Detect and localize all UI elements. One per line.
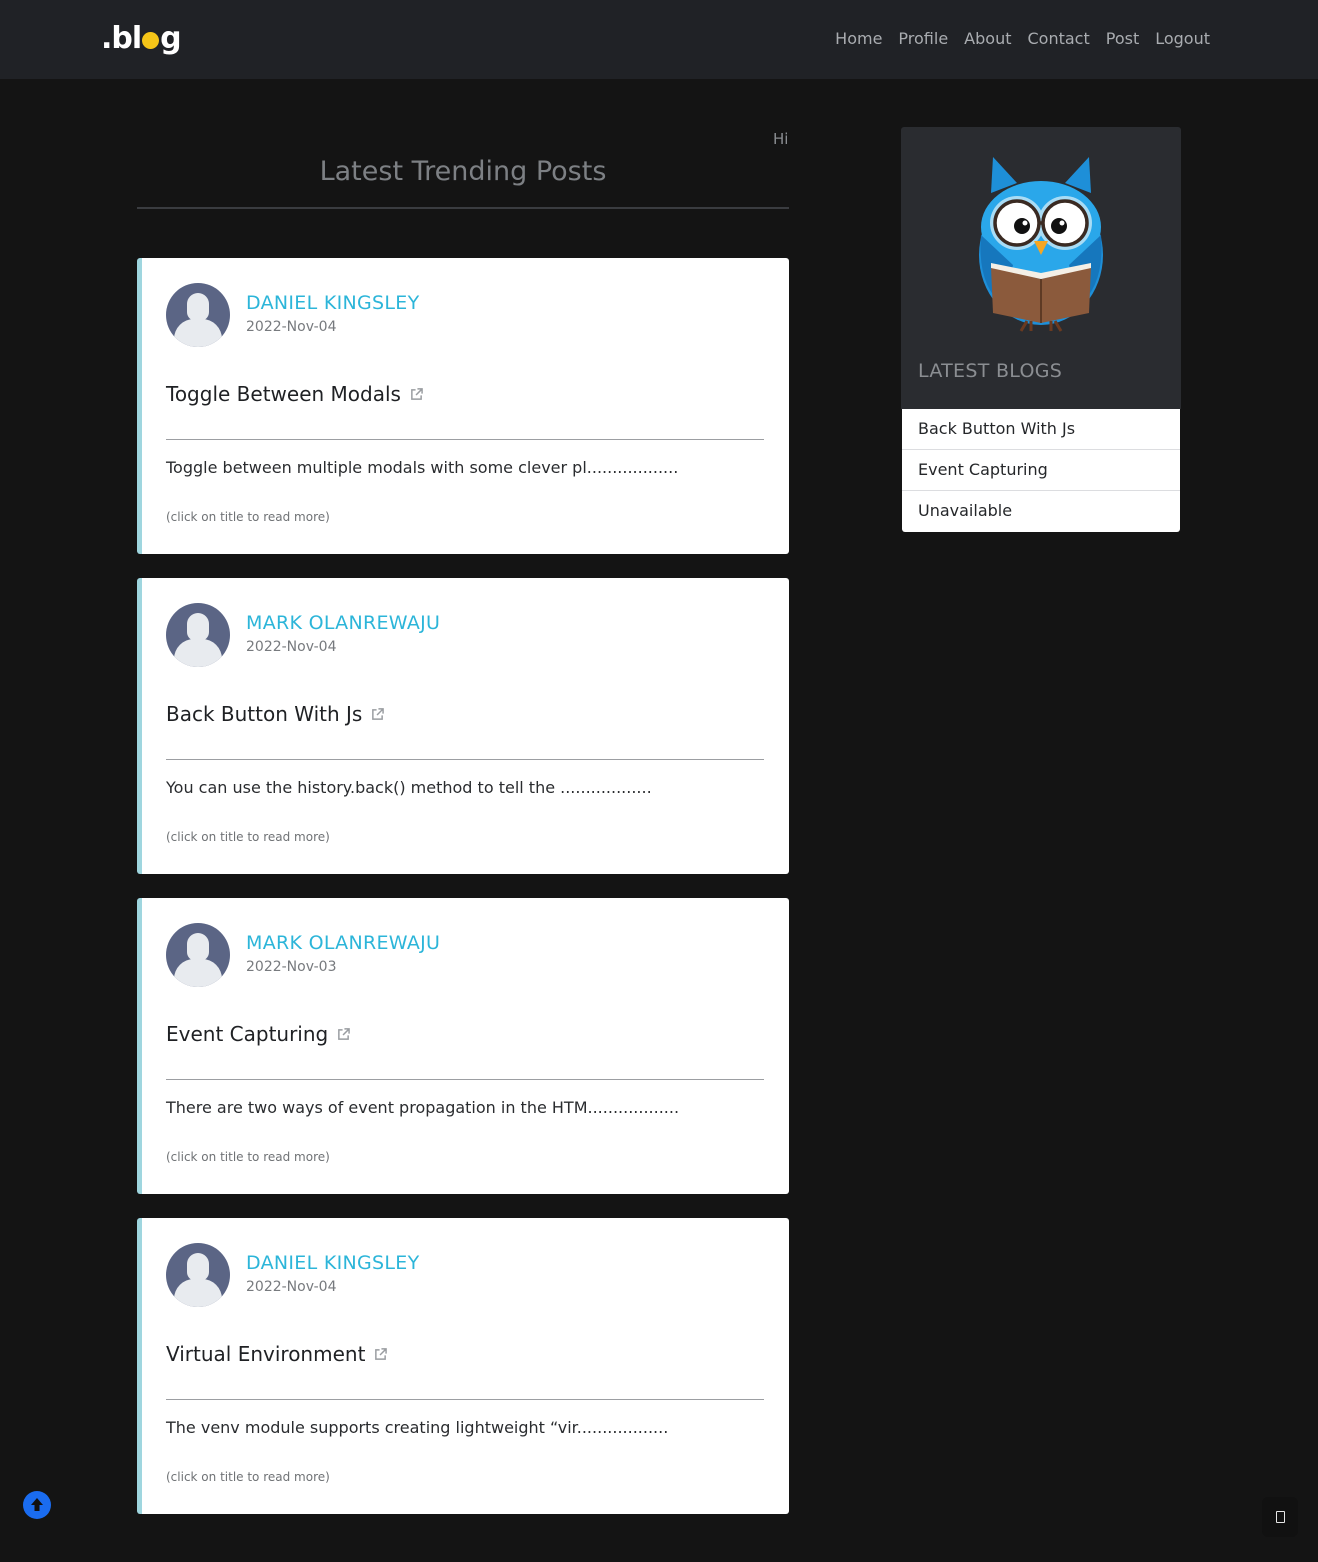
post-card: MARK OLANREWAJU 2022-Nov-03 Event Captur… (137, 898, 789, 1194)
user-avatar-icon (166, 283, 230, 347)
nav-link-post[interactable]: Post (1106, 28, 1139, 50)
card-divider (166, 1399, 764, 1400)
post-author: DANIEL KINGSLEY (246, 292, 420, 314)
nav-link-about[interactable]: About (964, 28, 1011, 50)
post-title-text: Virtual Environment (166, 1342, 366, 1366)
read-more-hint: (click on title to read more) (166, 1150, 330, 1164)
post-card: MARK OLANREWAJU 2022-Nov-04 Back Button … (137, 578, 789, 874)
post-author: MARK OLANREWAJU (246, 612, 441, 634)
post-date: 2022-Nov-04 (246, 319, 337, 335)
card-divider (166, 759, 764, 760)
card-divider (166, 1079, 764, 1080)
read-more-hint: (click on title to read more) (166, 510, 330, 524)
top-navbar: .bl g Home Profile About Contact Post Log… (0, 0, 1318, 79)
arrow-up-circle-icon (31, 1498, 43, 1511)
post-title-text: Event Capturing (166, 1022, 329, 1046)
user-avatar-icon (166, 923, 230, 987)
site-logo[interactable]: .bl g (101, 16, 182, 60)
post-date: 2022-Nov-03 (246, 959, 337, 975)
logo-text-prefix: .bl (101, 20, 142, 56)
logo-dot-icon (142, 31, 160, 49)
external-link-icon (372, 707, 385, 720)
post-author: DANIEL KINGSLEY (246, 1252, 420, 1274)
user-avatar-icon (166, 1243, 230, 1307)
list-item[interactable]: Back Button With Js (902, 409, 1180, 450)
logo-text-suffix: g (160, 20, 182, 56)
post-author: MARK OLANREWAJU (246, 932, 441, 954)
post-excerpt: You can use the history.back() method to… (166, 778, 652, 797)
latest-blogs-sidebar: LATEST BLOGS Back Button With Js Event C… (901, 127, 1181, 532)
external-link-icon (411, 387, 423, 400)
external-link-icon (375, 1347, 388, 1360)
square-icon (1275, 1511, 1285, 1523)
title-divider (137, 207, 789, 209)
post-card: DANIEL KINGSLEY 2022-Nov-04 Virtual Envi… (137, 1218, 789, 1514)
post-title-text: Toggle Between Modals (166, 382, 401, 406)
greeting-text: Hi (773, 130, 789, 148)
post-date: 2022-Nov-04 (246, 639, 337, 655)
post-card: DANIEL KINGSLEY 2022-Nov-04 Toggle Betwe… (137, 258, 789, 554)
latest-blogs-list: Back Button With Js Event Capturing Unav… (902, 409, 1180, 532)
nav-link-profile[interactable]: Profile (898, 28, 948, 50)
read-more-hint: (click on title to read more) (166, 1470, 330, 1484)
nav-link-home[interactable]: Home (835, 28, 882, 50)
post-title-link[interactable]: Toggle Between Modals (166, 382, 423, 406)
list-item[interactable]: Event Capturing (902, 450, 1180, 491)
post-title-text: Back Button With Js (166, 702, 363, 726)
post-date: 2022-Nov-04 (246, 1279, 337, 1295)
post-title-link[interactable]: Virtual Environment (166, 1342, 388, 1366)
read-more-hint: (click on title to read more) (166, 830, 330, 844)
main-nav: Home Profile About Contact Post Logout (819, 28, 1210, 50)
sidebar-heading: LATEST BLOGS (918, 360, 1063, 382)
post-excerpt: Toggle between multiple modals with some… (166, 458, 679, 477)
card-divider (166, 439, 764, 440)
external-link-icon (338, 1027, 351, 1040)
page-title: Latest Trending Posts (319, 156, 607, 187)
owl-reading-book-icon (979, 157, 1103, 332)
post-title-link[interactable]: Event Capturing (166, 1022, 351, 1046)
scroll-to-top-button[interactable] (23, 1491, 51, 1519)
corner-widget-button[interactable] (1262, 1497, 1298, 1537)
sidebar-header: LATEST BLOGS (901, 127, 1181, 409)
user-avatar-icon (166, 603, 230, 667)
post-excerpt: The venv module supports creating lightw… (166, 1418, 669, 1437)
nav-link-logout[interactable]: Logout (1155, 28, 1210, 50)
post-title-link[interactable]: Back Button With Js (166, 702, 385, 726)
post-excerpt: There are two ways of event propagation … (166, 1098, 680, 1117)
nav-link-contact[interactable]: Contact (1027, 28, 1089, 50)
list-item[interactable]: Unavailable (902, 491, 1180, 532)
